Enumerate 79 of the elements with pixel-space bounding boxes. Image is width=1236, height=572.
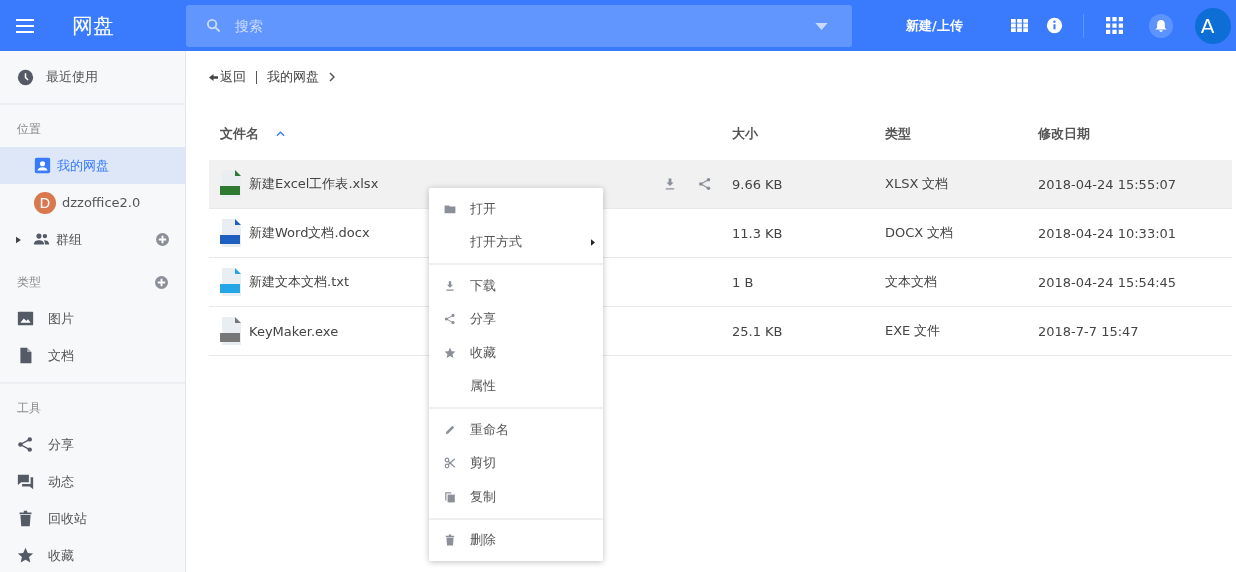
scissors-icon (444, 457, 456, 470)
expand-caret-icon[interactable] (16, 235, 21, 244)
menu-item[interactable]: 下载 (429, 269, 603, 303)
share-icon (698, 177, 712, 191)
file-name[interactable]: 新建文本文档.txt (249, 273, 350, 291)
sidebar-item[interactable]: 图片 (0, 300, 185, 337)
user-avatar[interactable]: A (1194, 7, 1231, 44)
modified-date: 2018-04-24 15:54:45 (1038, 274, 1177, 290)
chevron-right-icon (329, 72, 335, 82)
clock-icon (17, 68, 34, 86)
sidebar-item[interactable]: 动态 (0, 463, 185, 500)
submenu-arrow-icon (591, 238, 595, 246)
star-icon (444, 346, 456, 359)
share-icon (444, 313, 456, 326)
pencil-icon (444, 423, 456, 436)
add-icon[interactable] (155, 275, 168, 289)
sidebar-item[interactable]: 文档 (0, 337, 185, 374)
back-link[interactable]: 返回 (209, 68, 246, 86)
search-field[interactable]: 搜索 (186, 4, 852, 47)
file-size: 9.66 KB (732, 176, 783, 192)
menu-icon[interactable] (16, 18, 34, 33)
column-header[interactable]: 类型 (885, 124, 911, 143)
trash-icon (444, 534, 456, 547)
file-type: XLSX 文档 (885, 175, 949, 193)
notification-button[interactable] (1148, 13, 1173, 38)
grid-view-icon[interactable] (1010, 17, 1028, 34)
breadcrumb-link[interactable]: 我的网盘 (267, 68, 319, 86)
section-title: 类型 (17, 273, 41, 291)
apps-icon[interactable] (1105, 17, 1123, 34)
file-size: 11.3 KB (732, 225, 783, 241)
letter-avatar: D (34, 191, 56, 214)
file-size: 25.1 KB (732, 323, 783, 339)
file-name[interactable]: KeyMaker.exe (249, 323, 339, 339)
add-icon[interactable] (156, 233, 169, 246)
chat-icon (17, 473, 34, 490)
left-arrow-icon (209, 72, 218, 82)
dropdown-caret-icon[interactable] (815, 22, 828, 30)
download-icon (663, 177, 677, 191)
section-title: 位置 (17, 120, 41, 138)
document-icon (17, 347, 34, 364)
new-upload-button[interactable]: 新建/上传 (902, 10, 967, 41)
share-icon (17, 436, 34, 453)
sidebar-item[interactable]: 回收站 (0, 500, 185, 537)
menu-item[interactable]: 删除 (429, 523, 603, 557)
trash-icon (17, 510, 34, 527)
menu-item[interactable]: 打开方式 (429, 225, 603, 259)
modified-date: 2018-04-24 15:55:07 (1038, 176, 1177, 192)
sidebar-item[interactable]: 分享 (0, 426, 185, 463)
file-type: EXE 文件 (885, 322, 941, 340)
sort-up-icon[interactable] (276, 130, 285, 137)
app-title: 网盘 (72, 12, 115, 40)
menu-item[interactable]: 属性 (429, 369, 603, 403)
info-icon[interactable] (1045, 17, 1063, 34)
image-icon (17, 310, 34, 327)
download-icon (444, 279, 456, 292)
people-icon (33, 231, 50, 248)
sidebar-item[interactable]: 群组 (0, 221, 185, 258)
sidebar-item[interactable]: 最近使用 (0, 51, 185, 105)
copy-icon (444, 490, 456, 503)
menu-item[interactable]: 复制 (429, 480, 603, 514)
bell-icon (1154, 18, 1167, 33)
sidebar-item[interactable]: 收藏 (0, 537, 185, 572)
sidebar-item[interactable]: D dzzoffice2.0 (0, 184, 185, 221)
menu-item[interactable]: 剪切 (429, 446, 603, 480)
star-icon (17, 547, 34, 564)
modified-date: 2018-04-24 10:33:01 (1038, 225, 1177, 241)
file-type: 文本文档 (885, 273, 937, 291)
section-title: 工具 (17, 399, 41, 417)
menu-item[interactable]: 重命名 (429, 413, 603, 447)
file-size: 1 B (732, 274, 754, 290)
column-header[interactable]: 文件名 (220, 124, 259, 143)
file-type: DOCX 文档 (885, 224, 954, 242)
modified-date: 2018-7-7 15:47 (1038, 323, 1139, 339)
file-name[interactable]: 新建Excel工作表.xlsx (249, 175, 379, 193)
user-icon (34, 157, 51, 174)
folder-icon (444, 202, 456, 215)
file-name[interactable]: 新建Word文档.docx (249, 224, 370, 242)
column-header[interactable]: 修改日期 (1038, 124, 1090, 143)
column-header[interactable]: 大小 (732, 124, 758, 143)
